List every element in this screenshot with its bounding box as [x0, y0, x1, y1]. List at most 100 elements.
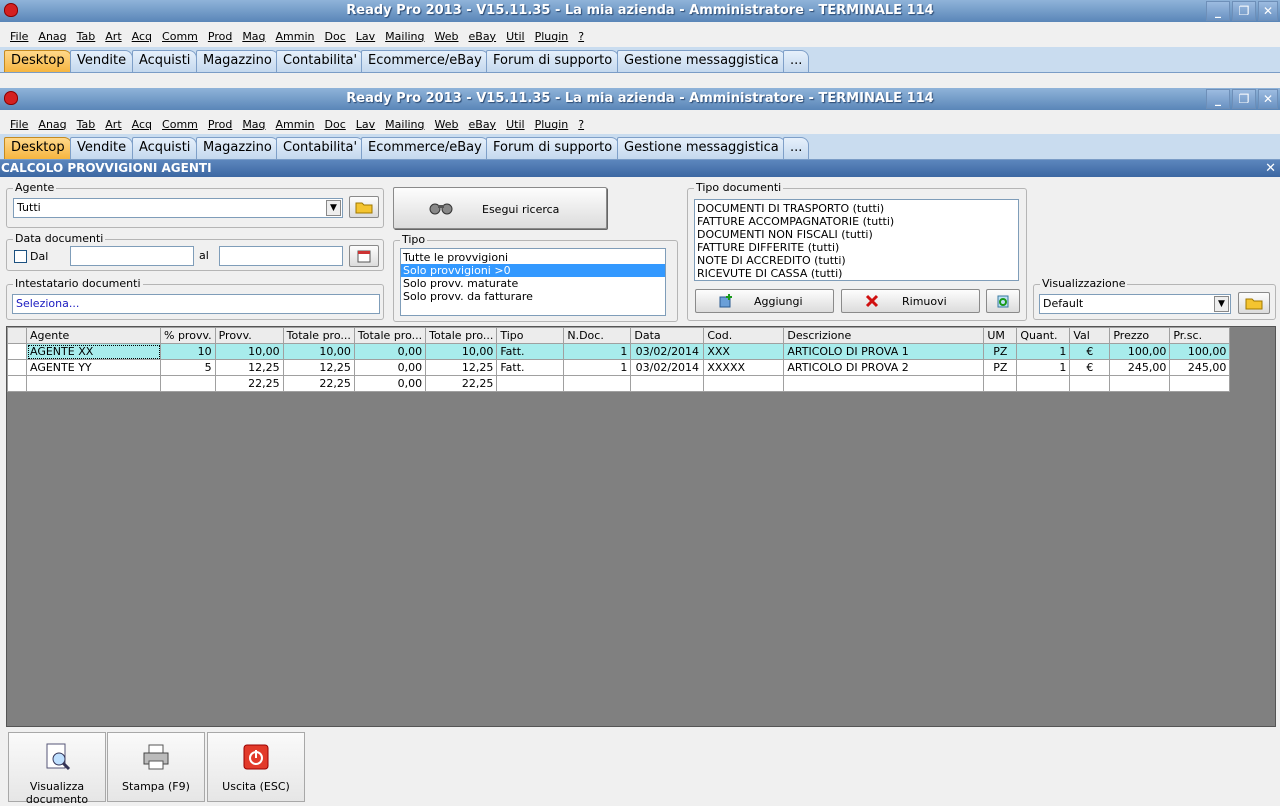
- menu-mailing[interactable]: Mailing: [380, 30, 429, 43]
- table-cell[interactable]: Fatt.: [496, 359, 565, 376]
- minimize-button[interactable]: _: [1206, 1, 1230, 21]
- menu-comm[interactable]: Comm: [157, 118, 203, 131]
- agente-select[interactable]: Tutti ▼: [13, 198, 343, 218]
- table-cell[interactable]: PZ: [983, 359, 1018, 376]
- tipo-option-tutte[interactable]: Tutte le provvigioni: [401, 251, 665, 264]
- menu-ammin[interactable]: Ammin: [271, 30, 320, 43]
- tipo-doc-item[interactable]: DOCUMENTI NON FISCALI (tutti): [695, 228, 1018, 241]
- menu-doc[interactable]: Doc: [320, 30, 351, 43]
- date-from-input[interactable]: [70, 246, 194, 266]
- col-header[interactable]: Pr.sc.: [1169, 327, 1231, 344]
- menu-tab[interactable]: Tab: [72, 30, 101, 43]
- table-cell[interactable]: ARTICOLO DI PROVA 2: [783, 359, 985, 376]
- menu-art[interactable]: Art: [100, 30, 126, 43]
- col-header[interactable]: % provv.: [160, 327, 216, 344]
- col-header[interactable]: Cod.: [703, 327, 785, 344]
- menu-art[interactable]: Art: [100, 118, 126, 131]
- menu-prod[interactable]: Prod: [203, 30, 237, 43]
- maximize-button[interactable]: ❐: [1232, 89, 1256, 109]
- menu-util[interactable]: Util: [501, 118, 529, 131]
- dal-checkbox[interactable]: [14, 250, 27, 263]
- tipo-doc-item[interactable]: DOCUMENTI DI TRASPORTO (tutti): [695, 202, 1018, 215]
- table-cell[interactable]: 100,00: [1169, 343, 1231, 360]
- menu-anag[interactable]: Anag: [33, 30, 71, 43]
- table-cell[interactable]: €: [1069, 343, 1111, 360]
- menu-acq[interactable]: Acq: [127, 118, 157, 131]
- table-cell[interactable]: AGENTE XX: [26, 343, 161, 360]
- table-row[interactable]: AGENTE XX 10 10,00 10,00 0,00 10,00 Fatt…: [7, 343, 1231, 360]
- table-cell[interactable]: XXX: [703, 343, 785, 360]
- menu-util[interactable]: Util: [501, 30, 529, 43]
- tipo-doc-item[interactable]: FATTURE DIFFERITE (tutti): [695, 241, 1018, 254]
- menu-lav[interactable]: Lav: [351, 118, 380, 131]
- esegui-ricerca-button[interactable]: Esegui ricerca: [393, 187, 607, 229]
- table-cell[interactable]: 03/02/2014: [630, 343, 705, 360]
- visualizzazione-select[interactable]: Default ▼: [1039, 294, 1231, 314]
- col-header[interactable]: Data: [630, 327, 705, 344]
- tipo-doc-item[interactable]: FATTURE ACCOMPAGNATORIE (tutti): [695, 215, 1018, 228]
- tab-ecommerce[interactable]: Ecommerce/eBay: [361, 50, 489, 72]
- tab-magazzino[interactable]: Magazzino: [196, 137, 279, 159]
- tab-forum[interactable]: Forum di supporto: [486, 137, 620, 159]
- table-cell[interactable]: 12,25: [214, 359, 284, 376]
- table-cell[interactable]: PZ: [983, 343, 1018, 360]
- col-header[interactable]: N.Doc.: [563, 327, 632, 344]
- chevron-down-icon[interactable]: ▼: [326, 200, 341, 216]
- table-cell[interactable]: 5: [160, 359, 216, 376]
- stampa-button[interactable]: Stampa (F9): [107, 732, 205, 802]
- table-row[interactable]: AGENTE YY 5 12,25 12,25 0,00 12,25 Fatt.…: [7, 359, 1231, 376]
- menu-lav[interactable]: Lav: [351, 30, 380, 43]
- col-header[interactable]: Totale pro...: [353, 327, 427, 344]
- col-header[interactable]: Prezzo: [1109, 327, 1171, 344]
- date-to-input[interactable]: [219, 246, 343, 266]
- table-cell[interactable]: 10,00: [282, 343, 355, 360]
- menu-file[interactable]: File: [5, 118, 33, 131]
- col-header[interactable]: Descrizione: [783, 327, 985, 344]
- menu-anag[interactable]: Anag: [33, 118, 71, 131]
- close-window-button[interactable]: ✕: [1258, 89, 1278, 109]
- col-header[interactable]: Quant.: [1016, 327, 1071, 344]
- table-cell[interactable]: 100,00: [1109, 343, 1171, 360]
- visualizza-documento-button[interactable]: Visualizza documento: [8, 732, 106, 806]
- row-indicator[interactable]: [7, 343, 27, 360]
- calendar-button[interactable]: [349, 245, 379, 267]
- menu-plugin[interactable]: Plugin: [530, 118, 574, 131]
- tab-more[interactable]: ...: [783, 50, 810, 72]
- table-cell[interactable]: 0,00: [353, 359, 427, 376]
- col-header[interactable]: Val: [1069, 327, 1111, 344]
- menu-plugin[interactable]: Plugin: [530, 30, 574, 43]
- table-cell[interactable]: 10,00: [214, 343, 284, 360]
- tab-messaggistica[interactable]: Gestione messaggistica: [617, 50, 786, 72]
- col-header[interactable]: Agente: [26, 327, 161, 344]
- tipo-option-maturate[interactable]: Solo provv. maturate: [401, 277, 665, 290]
- col-header[interactable]: UM: [983, 327, 1018, 344]
- table-cell[interactable]: 245,00: [1169, 359, 1231, 376]
- menu-tab[interactable]: Tab: [72, 118, 101, 131]
- tab-acquisti[interactable]: Acquisti: [132, 50, 198, 72]
- table-cell[interactable]: AGENTE YY: [26, 359, 161, 376]
- tipo-doc-item[interactable]: RICEVUTE DI CASSA (tutti): [695, 267, 1018, 280]
- tipo-option-solo-provvigioni[interactable]: Solo provvigioni >0: [401, 264, 665, 277]
- table-cell[interactable]: 03/02/2014: [630, 359, 705, 376]
- table-cell[interactable]: 0,00: [353, 343, 427, 360]
- menu-ammin[interactable]: Ammin: [271, 118, 320, 131]
- menu-mag[interactable]: Mag: [237, 30, 270, 43]
- table-cell[interactable]: XXXXX: [703, 359, 785, 376]
- menu-acq[interactable]: Acq: [127, 30, 157, 43]
- visualizzazione-browse-button[interactable]: [1238, 292, 1270, 314]
- table-cell[interactable]: 245,00: [1109, 359, 1171, 376]
- table-cell[interactable]: 10,00: [425, 343, 498, 360]
- minimize-button[interactable]: _: [1206, 89, 1230, 109]
- chevron-down-icon[interactable]: ▼: [1214, 296, 1229, 312]
- menu-prod[interactable]: Prod: [203, 118, 237, 131]
- tab-forum[interactable]: Forum di supporto: [486, 50, 620, 72]
- menu-help[interactable]: ?: [573, 118, 589, 131]
- menu-web[interactable]: Web: [430, 118, 464, 131]
- table-cell[interactable]: 10: [160, 343, 216, 360]
- panel-close-icon[interactable]: ✕: [1265, 160, 1276, 177]
- table-cell[interactable]: 12,25: [282, 359, 355, 376]
- col-header[interactable]: Totale pro...: [282, 327, 355, 344]
- intestatario-input[interactable]: Seleziona...: [12, 294, 380, 314]
- table-cell[interactable]: 1: [1016, 343, 1071, 360]
- tab-vendite[interactable]: Vendite: [70, 137, 134, 159]
